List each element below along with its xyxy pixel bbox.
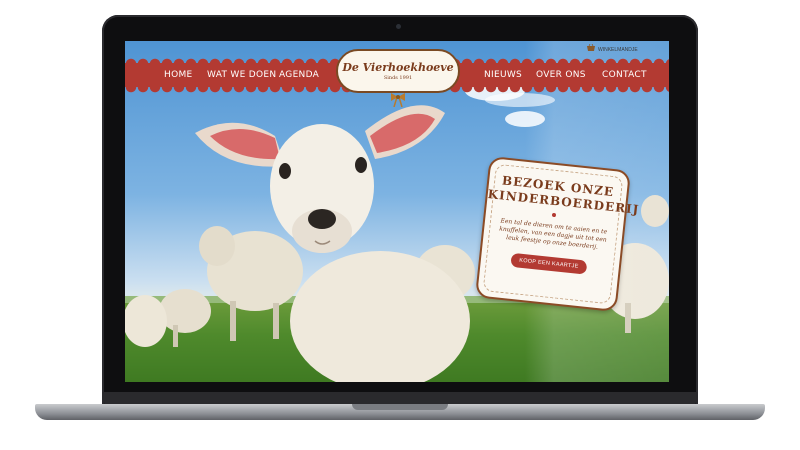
laptop-notch xyxy=(352,404,448,410)
basket-icon xyxy=(587,43,595,55)
slider-pagination xyxy=(382,376,422,382)
site-logo[interactable]: De Vierhoekhoeve Sinds 1991 xyxy=(336,49,460,93)
logo-name: De Vierhoekhoeve xyxy=(342,61,454,74)
nav-contact[interactable]: CONTACT xyxy=(602,63,647,87)
bow-icon xyxy=(391,93,405,107)
nav-wat-we-doen[interactable]: WAT WE DOEN xyxy=(207,63,276,87)
promo-card: BEZOEK ONZE KINDERBOERDERIJ Een tal de d… xyxy=(474,155,640,313)
nav-nieuws[interactable]: NIEUWS xyxy=(484,63,522,87)
browser-viewport: WINKELMANDJE HOME WAT WE DOEN AGENDA NIE… xyxy=(125,41,669,382)
cart-label: WINKELMANDJE xyxy=(598,46,638,53)
nav-over-ons[interactable]: OVER ONS xyxy=(536,63,586,87)
logo-since: Sinds 1991 xyxy=(383,75,413,81)
webcam xyxy=(396,24,401,29)
nav-home[interactable]: HOME xyxy=(164,63,193,87)
nav-agenda[interactable]: AGENDA xyxy=(279,63,319,87)
sheep-background-left xyxy=(125,226,303,347)
cart-link[interactable]: WINKELMANDJE xyxy=(587,43,638,55)
